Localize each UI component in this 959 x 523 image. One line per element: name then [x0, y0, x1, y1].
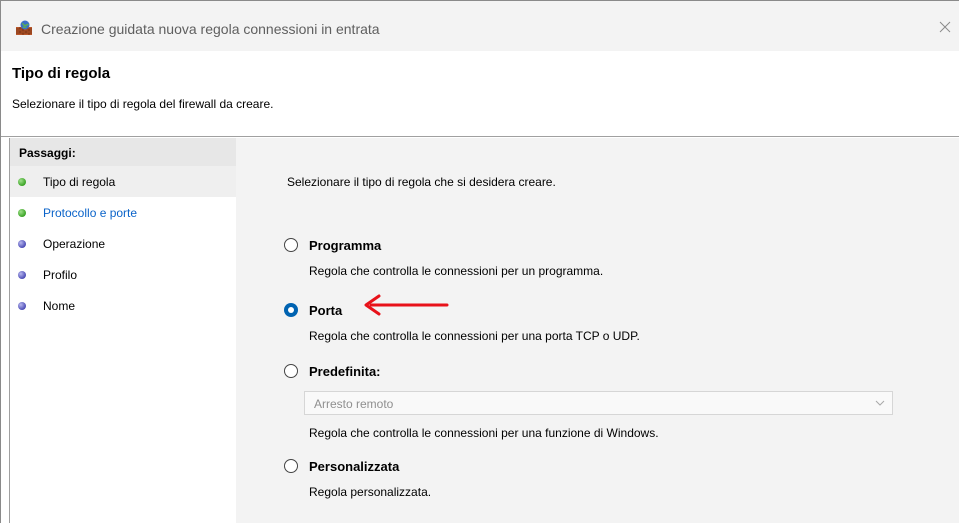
step-protocol-ports[interactable]: Protocollo e porte — [10, 197, 236, 228]
step-pending-icon — [18, 271, 26, 279]
page-title: Tipo di regola — [12, 65, 111, 82]
option-description: Regola personalizzata. — [309, 485, 432, 499]
step-label[interactable]: Protocollo e porte — [43, 206, 137, 220]
predefined-radio[interactable] — [284, 364, 298, 378]
close-icon — [939, 21, 951, 33]
intro-text: Selezionare il tipo di regola che si des… — [287, 175, 556, 189]
step-label: Profilo — [43, 268, 78, 282]
steps-heading: Passaggi: — [10, 138, 236, 166]
step-action: Operazione — [10, 228, 236, 259]
step-name: Nome — [10, 290, 236, 321]
option-label[interactable]: Personalizzata — [309, 459, 399, 474]
step-pending-icon — [18, 302, 26, 310]
page-header: Tipo di regola Selezionare il tipo di re… — [1, 51, 959, 137]
predefined-select[interactable]: Arresto remoto — [304, 391, 893, 415]
firewall-bricks-icon — [15, 20, 33, 36]
step-complete-icon — [18, 209, 26, 217]
option-description: Regola che controlla le connessioni per … — [309, 329, 640, 343]
port-radio[interactable] — [284, 303, 298, 317]
step-label: Nome — [43, 299, 76, 313]
steps-sidebar: Passaggi: Tipo di regola Protocollo e po… — [9, 138, 236, 523]
title-bar: Creazione guidata nuova regola connessio… — [1, 0, 959, 51]
option-description: Regola che controlla le connessioni per … — [309, 264, 604, 278]
step-rule-type[interactable]: Tipo di regola — [10, 166, 236, 197]
option-label[interactable]: Porta — [309, 303, 342, 318]
step-label: Operazione — [43, 237, 106, 251]
option-label[interactable]: Predefinita: — [309, 364, 381, 379]
wizard-window: Creazione guidata nuova regola connessio… — [0, 0, 959, 523]
window-title: Creazione guidata nuova regola connessio… — [41, 21, 380, 37]
chevron-down-icon — [874, 397, 886, 412]
program-radio[interactable] — [284, 238, 298, 252]
close-button[interactable] — [931, 13, 959, 41]
step-label: Tipo di regola — [43, 175, 116, 189]
option-label[interactable]: Programma — [309, 238, 381, 253]
header-divider — [1, 136, 959, 137]
red-arrow-icon — [359, 293, 449, 320]
page-subtitle: Selezionare il tipo di regola del firewa… — [12, 97, 274, 111]
main-panel: Selezionare il tipo di regola che si des… — [236, 138, 959, 523]
step-pending-icon — [18, 240, 26, 248]
option-description: Regola che controlla le connessioni per … — [309, 426, 659, 440]
custom-radio[interactable] — [284, 459, 298, 473]
step-profile: Profilo — [10, 259, 236, 290]
step-complete-icon — [18, 178, 26, 186]
predefined-select-value: Arresto remoto — [314, 397, 394, 411]
